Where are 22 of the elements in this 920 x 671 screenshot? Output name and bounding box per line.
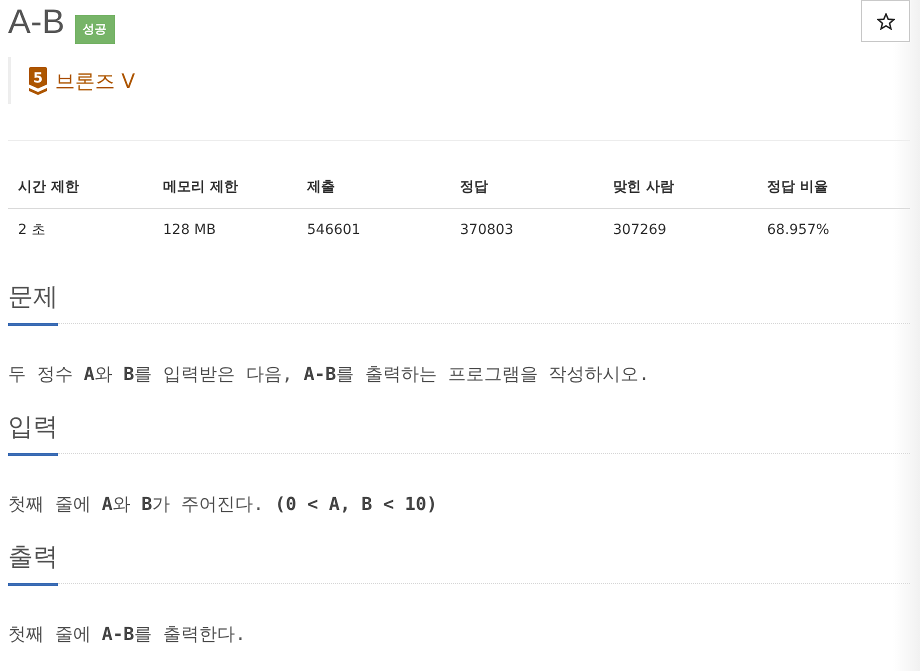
table-header: 정답 비율 xyxy=(757,166,910,208)
problem-text: 첫째 줄에 A-B를 출력한다. xyxy=(8,623,247,647)
table-header: 메모리 제한 xyxy=(153,166,297,208)
table-cell: 68.957% xyxy=(757,208,910,251)
table-header: 맞힌 사람 xyxy=(603,166,757,208)
table-cell: 128 MB xyxy=(153,208,297,251)
table-cell: 2 초 xyxy=(8,208,153,251)
table-header: 정답 xyxy=(450,166,603,208)
table-header: 제출 xyxy=(297,166,450,208)
bookmark-button[interactable] xyxy=(861,0,910,42)
table-cell: 370803 xyxy=(450,208,603,251)
section-heading: 입력 xyxy=(8,411,58,456)
section-heading: 출력 xyxy=(8,541,58,586)
problem-text: 두 정수 A와 B를 입력받은 다음, A-B를 출력하는 프로그램을 작성하시오. xyxy=(8,363,650,387)
table-cell: 546601 xyxy=(297,208,450,251)
table-cell: 307269 xyxy=(603,208,757,251)
problem-text: 첫째 줄에 A와 B가 주어진다. (0 < A, B < 10) xyxy=(8,493,438,517)
tier-name[interactable]: 브론즈 V xyxy=(55,68,136,94)
table-header: 시간 제한 xyxy=(8,166,153,208)
result-badge: 성공 xyxy=(74,15,115,44)
page-title: A-B xyxy=(8,2,65,42)
section-heading: 문제 xyxy=(8,281,58,326)
